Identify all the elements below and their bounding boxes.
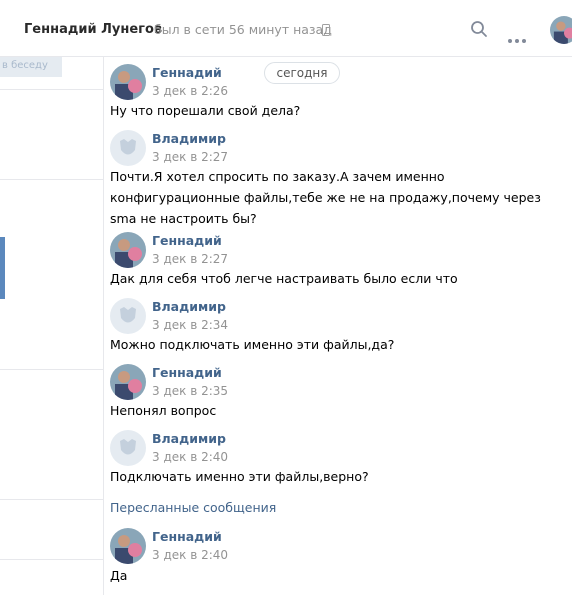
avatar[interactable] <box>110 232 146 268</box>
forwarded-messages-link[interactable]: Пересланные сообщения <box>110 500 276 515</box>
message-author[interactable]: Владимир <box>152 299 226 314</box>
search-icon[interactable] <box>470 20 488 42</box>
message-time[interactable]: 3 дек в 2:40 <box>152 548 228 562</box>
message-text: Можно подключать именно эти файлы,да? <box>110 334 550 355</box>
message-text: Почти.Я хотел спросить по заказу.А зачем… <box>110 166 550 229</box>
online-status: был в сети 56 минут назад <box>154 22 332 37</box>
phone-icon <box>322 24 330 36</box>
avatar[interactable] <box>110 64 146 100</box>
divider <box>0 369 103 370</box>
message-line: sma не настроить бы? <box>110 211 257 226</box>
message-author[interactable]: Владимир <box>152 431 226 446</box>
date-divider: сегодня <box>264 62 340 84</box>
message-author[interactable]: Геннадий <box>152 365 222 380</box>
message-line: Подключать именно эти файлы,верно? <box>110 469 369 484</box>
message-time[interactable]: 3 дек в 2:27 <box>152 150 228 164</box>
message-line: Непонял вопрос <box>110 403 217 418</box>
message-line: Дак для себя чтоб легче настраивать было… <box>110 271 458 286</box>
chat-header: Геннадий Лунегов был в сети 56 минут наз… <box>0 0 572 57</box>
message-text: Да <box>110 565 550 586</box>
sidebar-chip[interactable]: в беседу <box>0 57 62 77</box>
active-dialog-indicator <box>0 237 5 299</box>
avatar[interactable] <box>110 364 146 400</box>
more-icon[interactable] <box>508 28 529 47</box>
message-line: Можно подключать именно эти файлы,да? <box>110 337 395 352</box>
message-text: Ну что порешали свой дела? <box>110 100 550 121</box>
avatar[interactable] <box>110 130 146 166</box>
divider <box>0 89 103 90</box>
message-time[interactable]: 3 дек в 2:35 <box>152 384 228 398</box>
message-time[interactable]: 3 дек в 2:40 <box>152 450 228 464</box>
avatar[interactable] <box>110 430 146 466</box>
message-author[interactable]: Геннадий <box>152 529 222 544</box>
divider <box>0 179 103 180</box>
dialog-list: в беседу <box>0 57 104 595</box>
message-line: Да <box>110 568 128 583</box>
message-time[interactable]: 3 дек в 2:26 <box>152 84 228 98</box>
message-text: Дак для себя чтоб легче настраивать было… <box>110 268 550 289</box>
divider <box>0 559 103 560</box>
message-text: Непонял вопрос <box>110 400 550 421</box>
message-time[interactable]: 3 дек в 2:27 <box>152 252 228 266</box>
message-line: Ну что порешали свой дела? <box>110 103 301 118</box>
message-line: Почти.Я хотел спросить по заказу.А зачем… <box>110 169 445 184</box>
message-time[interactable]: 3 дек в 2:34 <box>152 318 228 332</box>
avatar[interactable] <box>550 16 572 44</box>
message-author[interactable]: Владимир <box>152 131 226 146</box>
message-text: Подключать именно эти файлы,верно? <box>110 466 550 487</box>
message-line: конфигурационные файлы,тебе же не на про… <box>110 190 541 205</box>
contact-name[interactable]: Геннадий Лунегов <box>24 22 162 37</box>
avatar[interactable] <box>110 528 146 564</box>
message-author[interactable]: Геннадий <box>152 233 222 248</box>
avatar[interactable] <box>110 298 146 334</box>
divider <box>0 499 103 500</box>
message-author[interactable]: Геннадий <box>152 65 222 80</box>
